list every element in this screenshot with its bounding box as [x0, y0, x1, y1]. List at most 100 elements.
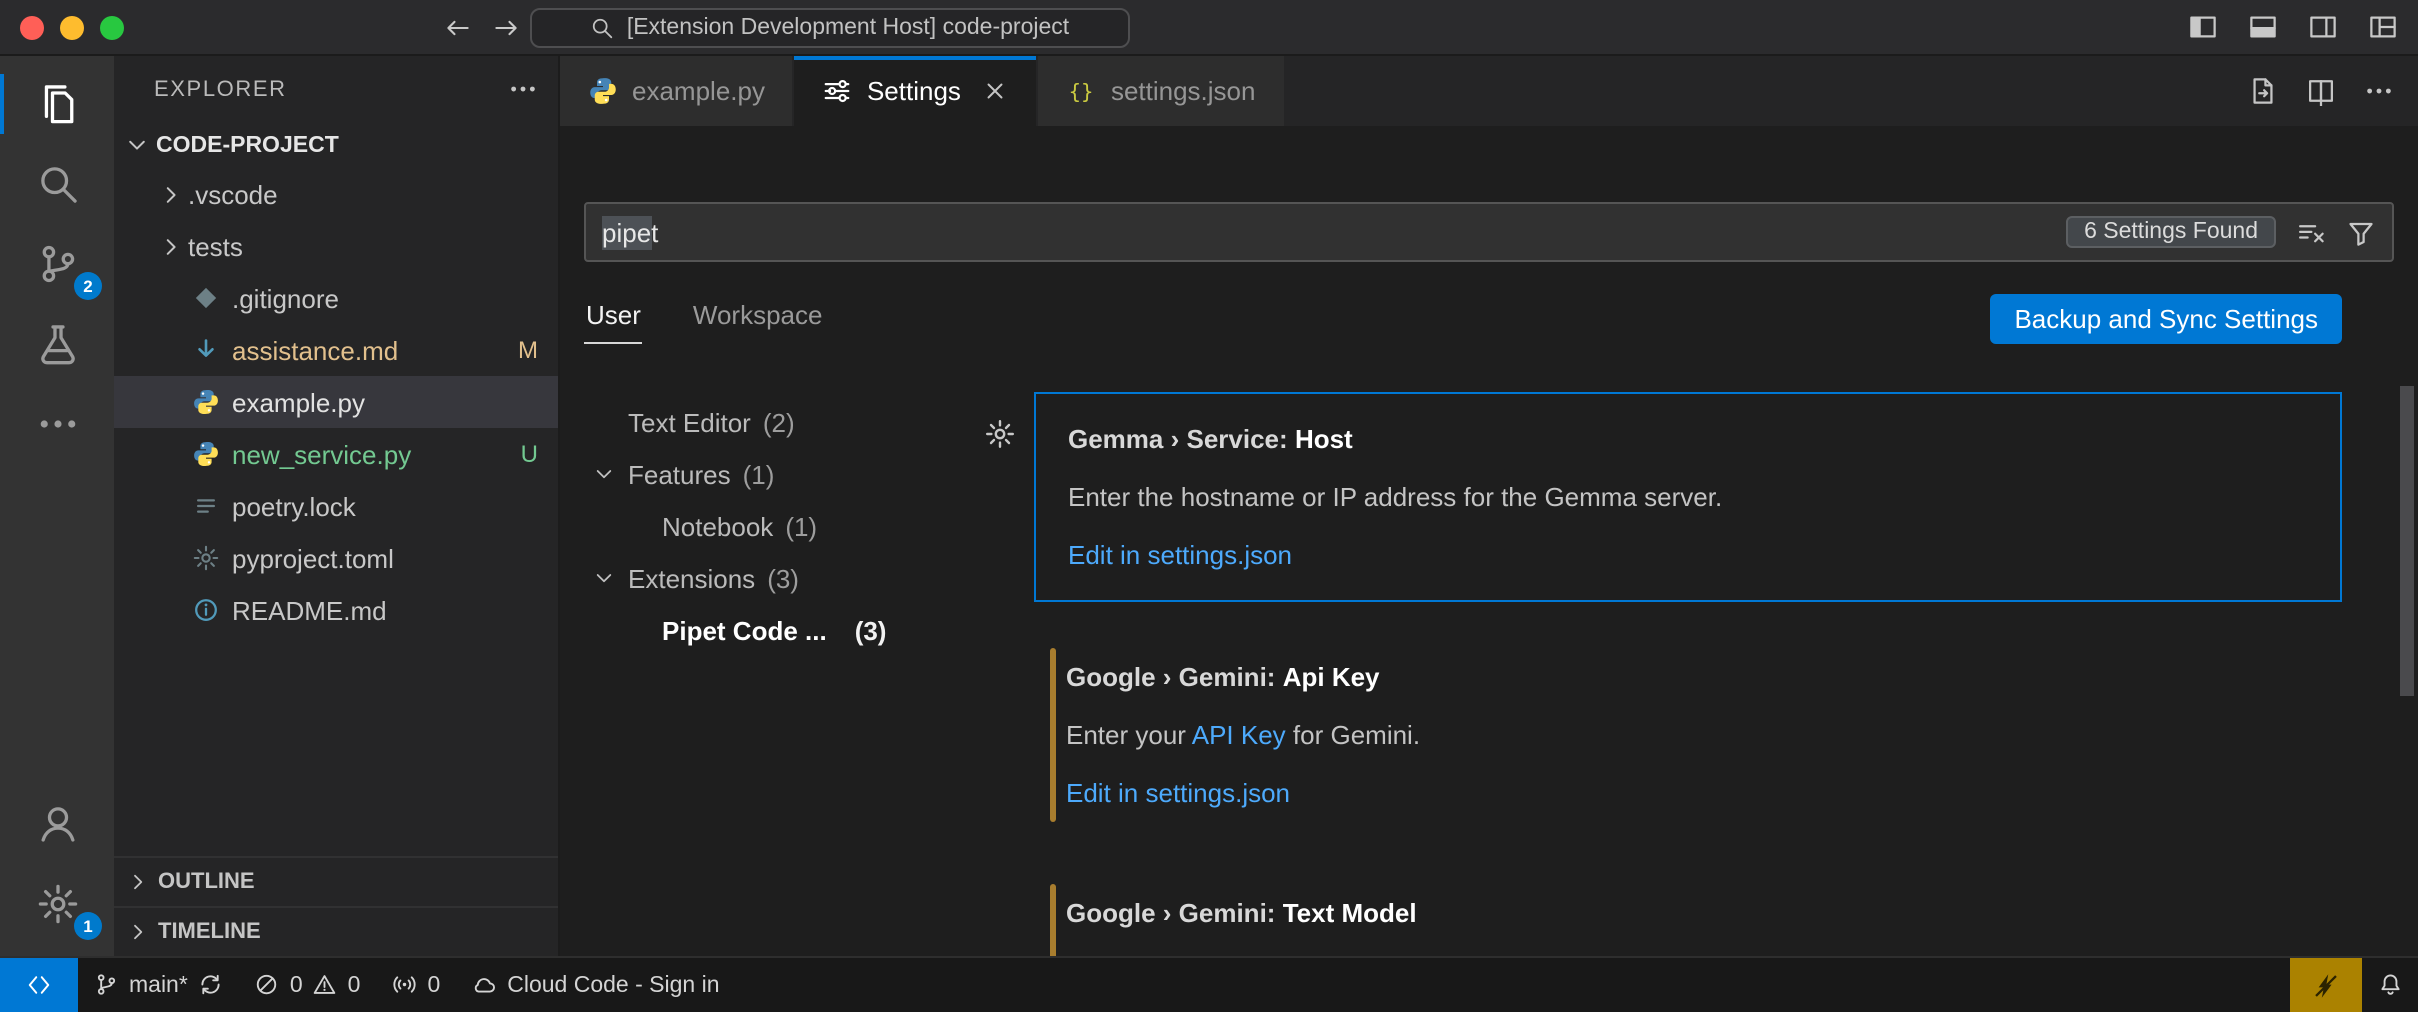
sidebar-section-outline[interactable]: OUTLINE [114, 856, 558, 906]
scope-tab-workspace[interactable]: Workspace [691, 292, 825, 344]
zoom-button[interactable] [100, 16, 124, 40]
tree-item-new_service.py[interactable]: new_service.pyU [114, 428, 558, 480]
tree-item-poetry.lock[interactable]: poetry.lock [114, 480, 558, 532]
activity-more-views[interactable] [0, 384, 114, 464]
explorer-sidebar: EXPLORER CODE-PROJECT.vscodetests.gitign… [114, 56, 560, 956]
tree-item-.vscode[interactable]: .vscode [114, 168, 558, 220]
files-icon [35, 82, 79, 126]
tree-item-assistance.md[interactable]: assistance.mdM [114, 324, 558, 376]
status-ports[interactable]: 0 [376, 958, 456, 1012]
search-icon [591, 16, 615, 40]
tab-Settings[interactable]: Settings [795, 56, 1039, 126]
settings-scope-row: User Workspace Backup and Sync Settings [584, 288, 2394, 348]
setting-category: Google › Gemini: [1066, 898, 1275, 928]
toggle-panel[interactable] [2248, 12, 2278, 42]
setting-gear-icon[interactable] [984, 418, 1016, 450]
back-arrow-icon[interactable] [444, 13, 472, 41]
toc-item-pipet-code-...[interactable]: Pipet Code ...(3) [584, 604, 1034, 656]
settings-search-value: pipet [602, 217, 658, 247]
toc-count: (1) [743, 459, 775, 489]
remote-icon [26, 972, 52, 998]
toc-item-features[interactable]: Features(1) [584, 448, 1034, 500]
forward-arrow-icon[interactable] [492, 13, 520, 41]
toc-count: (3) [855, 615, 887, 645]
close-button[interactable] [20, 16, 44, 40]
activity-source-control[interactable]: 2 [0, 224, 114, 304]
status-text: main* [129, 973, 188, 997]
toggle-primary-sidebar[interactable] [2188, 12, 2218, 42]
editor-group: example.pySettings{}settings.json pipet … [560, 56, 2418, 956]
tree-item-tests[interactable]: tests [114, 220, 558, 272]
customize-layout[interactable] [2368, 12, 2398, 42]
activity-badge: 1 [74, 912, 102, 940]
command-center[interactable]: [Extension Development Host] code-projec… [530, 8, 1130, 48]
close-icon[interactable] [983, 78, 1009, 104]
settings-search-input[interactable]: pipet 6 Settings Found [584, 202, 2394, 262]
status-git-branch[interactable]: main* [78, 958, 239, 1012]
search-toolbar [2296, 217, 2376, 247]
activity-settings[interactable]: 1 [0, 864, 114, 944]
file-label: example.py [232, 387, 365, 417]
ellipsis-icon [2364, 76, 2394, 106]
status-extension-host-profile[interactable] [2289, 958, 2361, 1012]
settings-editor: pipet 6 Settings Found User Workspace Bac… [560, 126, 2418, 956]
status-cloud-code-sign-in[interactable]: Cloud Code - Sign in [456, 958, 735, 1012]
info-icon [188, 596, 222, 624]
status-problems[interactable]: 00 [239, 958, 377, 1012]
minimize-button[interactable] [60, 16, 84, 40]
editor-actions [2224, 56, 2418, 126]
tree-item-pyproject.toml[interactable]: pyproject.toml [114, 532, 558, 584]
more-actions-button[interactable] [2364, 76, 2394, 106]
edit-in-settings-json-link[interactable]: Edit in settings.json [1066, 778, 1290, 808]
setting-item-api-key[interactable]: Google › Gemini: Api KeyEnter your API K… [1034, 632, 2342, 838]
api-key-link[interactable]: API Key [1192, 720, 1286, 750]
open-settings-json-button[interactable] [2248, 76, 2278, 106]
split-editor-icon [2306, 76, 2336, 106]
clear-filter-icon[interactable] [2296, 217, 2326, 247]
tab-settings.json[interactable]: {}settings.json [1039, 56, 1286, 126]
toc-item-notebook[interactable]: Notebook(1) [584, 500, 1034, 552]
editor-scrollbar[interactable] [2400, 386, 2414, 696]
edit-in-settings-json-link[interactable]: Edit in settings.json [1068, 540, 1292, 570]
status-text: 0 [427, 973, 440, 997]
tree-item-example.py[interactable]: example.py [114, 376, 558, 428]
setting-item-text-model[interactable]: Google › Gemini: Text Model [1034, 868, 2342, 956]
setting-description: Enter the hostname or IP address for the… [1068, 478, 2308, 516]
titlebar: [Extension Development Host] code-projec… [0, 0, 2418, 56]
file-label: new_service.py [232, 439, 411, 469]
tab-example.py[interactable]: example.py [560, 56, 795, 126]
markdown-icon [188, 336, 222, 364]
vscode-window: [Extension Development Host] code-projec… [0, 0, 2418, 1012]
setting-title: Google › Gemini: Api Key [1066, 658, 2310, 696]
backup-sync-button[interactable]: Backup and Sync Settings [1990, 293, 2342, 343]
description-text: for Gemini. [1286, 720, 1420, 750]
tree-root-code-project[interactable]: CODE-PROJECT [114, 122, 558, 168]
activity-testing[interactable] [0, 304, 114, 384]
setting-item-host[interactable]: Gemma › Service: HostEnter the hostname … [1034, 392, 2342, 602]
sidebar-section-timeline[interactable]: TIMELINE [114, 906, 558, 956]
sidebar-title: EXPLORER [154, 77, 287, 101]
split-editor-button[interactable] [2306, 76, 2336, 106]
git-branch-icon [94, 973, 119, 998]
tree-item-.gitignore[interactable]: .gitignore [114, 272, 558, 324]
error-icon [255, 973, 280, 998]
open-json-icon [2248, 76, 2278, 106]
chevron-down-icon [592, 566, 628, 590]
activity-search[interactable] [0, 144, 114, 224]
scope-tab-user[interactable]: User [584, 292, 643, 344]
sidebar-more-actions-icon[interactable] [508, 74, 538, 104]
toc-item-text-editor[interactable]: Text Editor(2) [584, 396, 1034, 448]
settings-count-badge: 6 Settings Found [2066, 216, 2276, 248]
tree-item-README.md[interactable]: README.md [114, 584, 558, 636]
account-icon [35, 802, 79, 846]
toc-item-extensions[interactable]: Extensions(3) [584, 552, 1034, 604]
activity-accounts[interactable] [0, 784, 114, 864]
workbench: 2 1 EXPLORER CODE-PROJECT.vscodetests.gi… [0, 56, 2418, 956]
chevron-right-icon [122, 870, 152, 894]
toc-count: (2) [763, 407, 795, 437]
filter-icon[interactable] [2346, 217, 2376, 247]
status-notifications[interactable] [2361, 958, 2418, 1012]
toggle-secondary-sidebar[interactable] [2308, 12, 2338, 42]
activity-explorer[interactable] [0, 64, 114, 144]
status-remote-indicator[interactable] [0, 958, 78, 1012]
